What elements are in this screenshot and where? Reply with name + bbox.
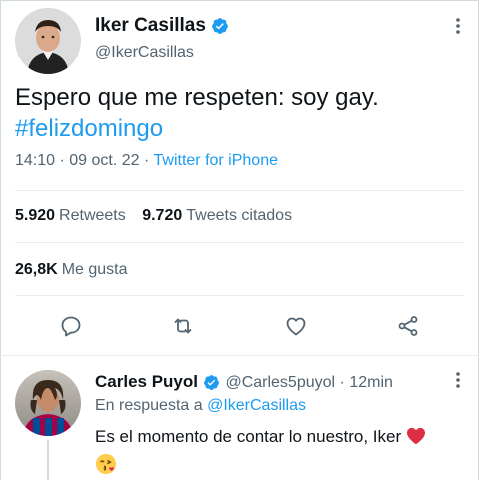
tweet-actions: [15, 308, 464, 344]
hashtag-link[interactable]: #felizdomingo: [15, 113, 379, 144]
quotes-count: 9.720: [142, 207, 183, 224]
reply-prefix: En respuesta a: [95, 397, 203, 414]
reply-time[interactable]: 12min: [349, 374, 393, 391]
retweet-stats: 5.920 Retweets 9.720 Tweets citados: [15, 207, 292, 225]
quotes-label: Tweets citados: [186, 207, 293, 224]
reply-author-handle[interactable]: @Carles5puyol: [225, 374, 335, 391]
tweet-text: Espero que me respeten: soy gay. #felizd…: [15, 82, 379, 144]
quotes-stat[interactable]: 9.720 Tweets citados: [142, 207, 292, 224]
likes-label: Me gusta: [61, 261, 128, 278]
author-name-text: Iker Casillas: [95, 15, 206, 36]
thread-line: [47, 440, 49, 480]
reply-icon[interactable]: [53, 308, 89, 344]
tweet-separator: [0, 355, 479, 356]
face-blowing-kiss-icon: [95, 453, 117, 480]
divider: [15, 242, 464, 243]
reply-avatar[interactable]: [15, 370, 81, 436]
heart-icon[interactable]: [278, 308, 314, 344]
tweet-date[interactable]: 09 oct. 22: [69, 152, 139, 169]
verified-badge-icon: [203, 374, 221, 392]
tweet-body: Espero que me respeten: soy gay.: [15, 84, 379, 111]
verified-badge-icon: [211, 17, 229, 35]
reply-author-name[interactable]: Carles Puyol: [95, 372, 198, 391]
reply-body: Es el momento de contar lo nuestro, Iker: [95, 427, 402, 446]
retweets-stat[interactable]: 5.920 Retweets: [15, 207, 126, 224]
divider: [15, 295, 464, 296]
reply-context: En respuesta a @IkerCasillas: [95, 397, 306, 415]
reply-text: Es el momento de contar lo nuestro, Iker: [95, 424, 465, 480]
tweet-source[interactable]: Twitter for iPhone: [154, 152, 279, 169]
likes-stat[interactable]: 26,8K Me gusta: [15, 261, 128, 279]
author-name[interactable]: Iker Casillas: [95, 15, 229, 37]
retweets-label: Retweets: [59, 207, 126, 224]
meta-separator: ·: [339, 374, 345, 391]
more-options-icon[interactable]: [455, 17, 461, 40]
reply-more-options-icon[interactable]: [455, 371, 461, 394]
retweets-count: 5.920: [15, 207, 56, 224]
red-heart-icon: [406, 427, 426, 453]
retweet-icon[interactable]: [165, 308, 201, 344]
share-icon[interactable]: [390, 308, 426, 344]
author-handle[interactable]: @IkerCasillas: [95, 44, 194, 62]
likes-count: 26,8K: [15, 261, 58, 278]
avatar[interactable]: [15, 8, 81, 74]
tweet-time[interactable]: 14:10: [15, 152, 55, 169]
meta-separator: ·: [59, 152, 65, 169]
divider: [15, 190, 464, 191]
tweet-meta: 14:10 · 09 oct. 22 · Twitter for iPhone: [15, 152, 278, 170]
reply-header: Carles Puyol @Carles5puyol · 12min: [95, 372, 393, 392]
meta-separator: ·: [144, 152, 150, 169]
reply-mention-link[interactable]: @IkerCasillas: [207, 397, 306, 414]
